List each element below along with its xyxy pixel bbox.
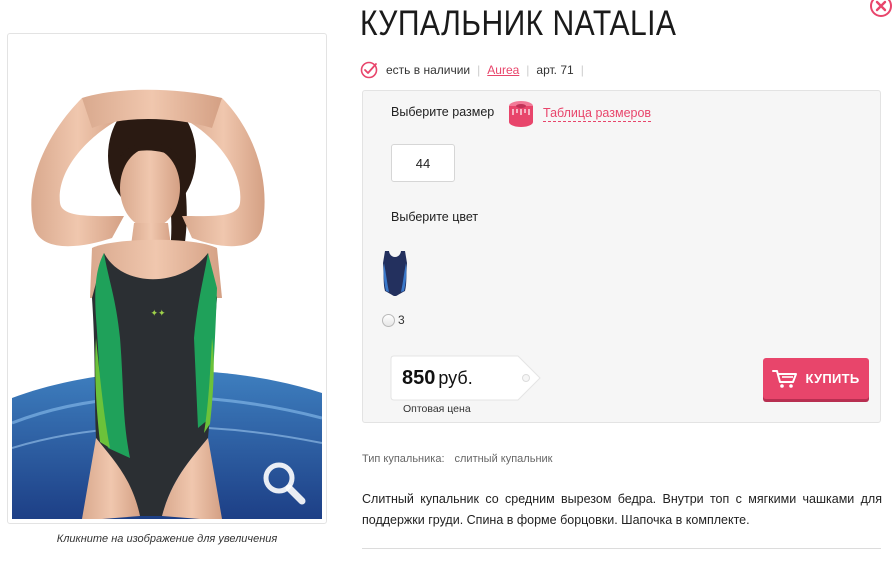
- color-option[interactable]: 3: [382, 313, 405, 327]
- magnifier-icon[interactable]: [258, 457, 310, 509]
- close-icon[interactable]: [869, 0, 893, 18]
- bottom-divider: [362, 548, 881, 549]
- image-caption: Кликните на изображение для увеличения: [56, 533, 278, 545]
- divider: |: [477, 63, 481, 77]
- buy-button-label: КУПИТЬ: [805, 371, 860, 386]
- price-tag: 850 руб.: [390, 355, 542, 401]
- size-option-44[interactable]: 44: [391, 144, 455, 182]
- measuring-tape-icon: [509, 101, 533, 127]
- divider: |: [580, 63, 584, 77]
- product-photo[interactable]: ✦✦: [12, 38, 322, 519]
- options-panel: Выберите размер Таблица размеров 44 Выбе…: [362, 90, 881, 423]
- price-note: Оптовая цена: [403, 403, 471, 415]
- size-chart-link[interactable]: Таблица размеров: [507, 99, 652, 129]
- check-circle-icon: [360, 61, 378, 79]
- product-meta: есть в наличии | Aurea | арт. 71 |: [360, 60, 591, 80]
- type-label: Тип купальника:: [362, 453, 445, 465]
- price: 850 руб.: [402, 367, 473, 390]
- size-label: Выберите размер: [391, 105, 495, 119]
- page-title: КУПАЛЬНИК NATALIA: [360, 4, 677, 43]
- svg-text:✦✦: ✦✦: [150, 309, 166, 319]
- buy-button[interactable]: КУПИТЬ: [763, 358, 869, 399]
- cart-icon: [772, 369, 798, 388]
- brand-link[interactable]: Aurea: [487, 63, 519, 77]
- article-number: арт. 71: [536, 63, 574, 77]
- swimsuit-type: Тип купальника: слитный купальник: [362, 453, 552, 465]
- product-image-frame[interactable]: ✦✦: [7, 33, 327, 524]
- color-option-label: 3: [398, 313, 405, 327]
- stock-status: есть в наличии: [386, 63, 471, 77]
- color-radio[interactable]: [382, 313, 395, 327]
- type-value: слитный купальник: [454, 453, 553, 465]
- price-currency: руб.: [438, 368, 473, 388]
- color-swatch[interactable]: [377, 249, 413, 297]
- color-label: Выберите цвет: [391, 210, 479, 224]
- price-amount: 850: [402, 367, 436, 389]
- size-chart-label: Таблица размеров: [543, 106, 652, 122]
- divider: |: [526, 63, 530, 77]
- product-description: Слитный купальник со средним вырезом бед…: [362, 492, 882, 527]
